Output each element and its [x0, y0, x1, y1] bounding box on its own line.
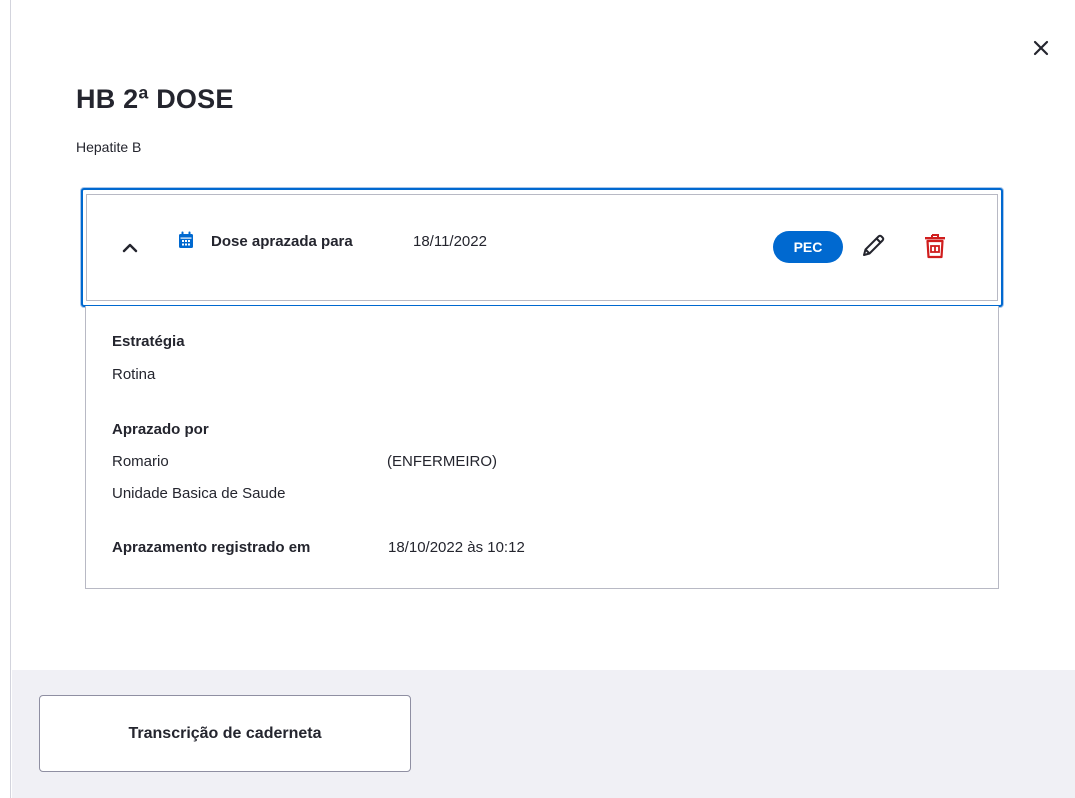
close-icon	[1033, 40, 1049, 56]
page-subtitle: Hepatite B	[76, 139, 142, 155]
estrategia-label: Estratégia	[112, 333, 185, 350]
aprazado-por-label: Aprazado por	[112, 421, 209, 438]
professional-name: Romario	[112, 453, 169, 470]
calendar-icon	[179, 231, 193, 248]
registered-label: Aprazamento registrado em	[112, 539, 311, 556]
professional-role: (ENFERMEIRO)	[387, 453, 497, 470]
registered-value: 18/10/2022 às 10:12	[388, 539, 525, 556]
page-title: HB 2ª DOSE	[76, 84, 234, 114]
dose-scheduled-date: 18/11/2022	[413, 233, 487, 250]
dose-scheduled-label: Dose aprazada para	[211, 233, 353, 250]
panel-left-edge	[0, 0, 11, 798]
transcricao-caderneta-button[interactable]: Transcrição de caderneta	[39, 695, 411, 772]
chevron-up-icon	[122, 243, 138, 253]
estrategia-value: Rotina	[112, 366, 156, 383]
close-button[interactable]	[1028, 35, 1054, 61]
collapse-button[interactable]	[116, 234, 144, 262]
trash-icon	[925, 234, 945, 259]
pencil-icon	[863, 234, 885, 256]
edit-button[interactable]	[856, 229, 890, 263]
pec-badge: PEC	[773, 231, 843, 263]
health-unit: Unidade Basica de Saude	[112, 485, 286, 502]
dose-card-details: Estratégia Rotina Aprazado por Romario (…	[85, 306, 999, 589]
delete-button[interactable]	[918, 229, 952, 263]
